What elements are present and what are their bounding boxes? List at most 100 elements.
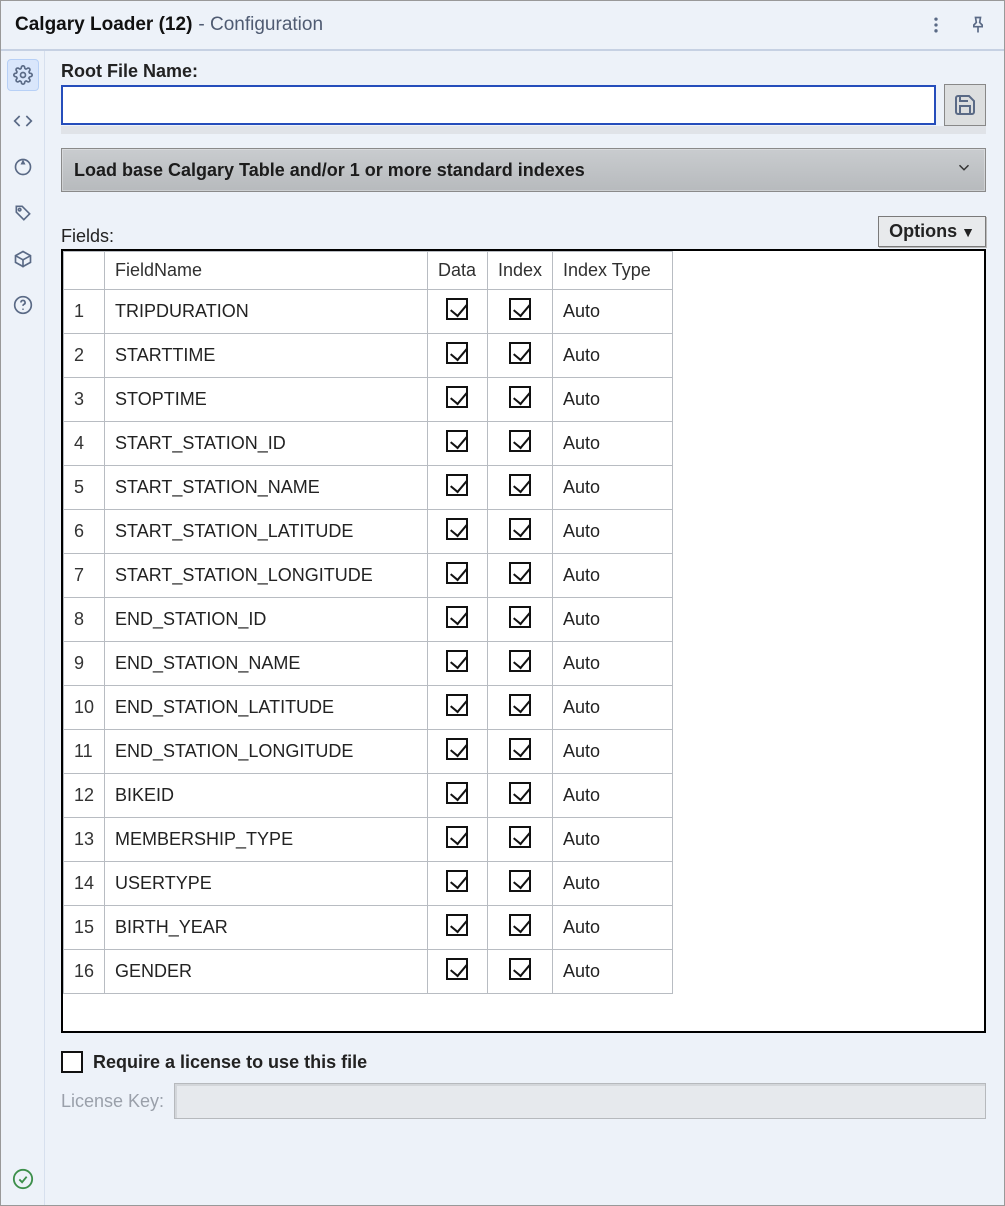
table-row[interactable]: 14USERTYPEAuto [64,862,673,906]
checkbox-icon[interactable] [446,650,468,672]
fields-grid[interactable]: FieldName Data Index Index Type 1TRIPDUR… [61,249,986,1033]
checkbox-icon[interactable] [446,782,468,804]
field-name-cell[interactable]: END_STATION_LATITUDE [105,686,428,730]
checkbox-icon[interactable] [446,870,468,892]
data-checkbox-cell[interactable] [427,686,487,730]
field-name-cell[interactable]: END_STATION_NAME [105,642,428,686]
load-mode-select[interactable]: Load base Calgary Table and/or 1 or more… [61,148,986,192]
checkbox-icon[interactable] [446,342,468,364]
checkbox-icon[interactable] [509,386,531,408]
root-file-input[interactable] [61,85,936,125]
col-data[interactable]: Data [427,252,487,290]
table-row[interactable]: 9END_STATION_NAMEAuto [64,642,673,686]
index-checkbox-cell[interactable] [487,642,552,686]
index-type-cell[interactable]: Auto [553,818,673,862]
table-row[interactable]: 15BIRTH_YEARAuto [64,906,673,950]
table-row[interactable]: 6START_STATION_LATITUDEAuto [64,510,673,554]
data-checkbox-cell[interactable] [427,466,487,510]
index-type-cell[interactable]: Auto [553,686,673,730]
checkbox-icon[interactable] [509,826,531,848]
sidebar-tab-annotation[interactable] [7,197,39,229]
require-license-checkbox[interactable] [61,1051,83,1073]
col-index[interactable]: Index [487,252,552,290]
sidebar-tab-package[interactable] [7,243,39,275]
checkbox-icon[interactable] [509,562,531,584]
data-checkbox-cell[interactable] [427,774,487,818]
index-checkbox-cell[interactable] [487,334,552,378]
data-checkbox-cell[interactable] [427,334,487,378]
checkbox-icon[interactable] [446,298,468,320]
index-type-cell[interactable]: Auto [553,598,673,642]
data-checkbox-cell[interactable] [427,510,487,554]
sidebar-tab-help[interactable] [7,289,39,321]
index-checkbox-cell[interactable] [487,686,552,730]
field-name-cell[interactable]: STOPTIME [105,378,428,422]
field-name-cell[interactable]: END_STATION_ID [105,598,428,642]
field-name-cell[interactable]: TRIPDURATION [105,290,428,334]
checkbox-icon[interactable] [446,386,468,408]
index-checkbox-cell[interactable] [487,598,552,642]
col-indextype[interactable]: Index Type [553,252,673,290]
checkbox-icon[interactable] [446,562,468,584]
index-type-cell[interactable]: Auto [553,730,673,774]
checkbox-icon[interactable] [509,694,531,716]
table-row[interactable]: 13MEMBERSHIP_TYPEAuto [64,818,673,862]
field-name-cell[interactable]: BIRTH_YEAR [105,906,428,950]
index-type-cell[interactable]: Auto [553,774,673,818]
col-fieldname[interactable]: FieldName [105,252,428,290]
data-checkbox-cell[interactable] [427,290,487,334]
checkbox-icon[interactable] [509,606,531,628]
index-type-cell[interactable]: Auto [553,422,673,466]
checkbox-icon[interactable] [509,958,531,980]
checkbox-icon[interactable] [509,650,531,672]
checkbox-icon[interactable] [509,738,531,760]
kebab-menu-icon[interactable] [924,13,948,37]
checkbox-icon[interactable] [509,914,531,936]
checkbox-icon[interactable] [446,914,468,936]
data-checkbox-cell[interactable] [427,598,487,642]
index-type-cell[interactable]: Auto [553,642,673,686]
index-checkbox-cell[interactable] [487,422,552,466]
checkbox-icon[interactable] [509,870,531,892]
index-checkbox-cell[interactable] [487,862,552,906]
data-checkbox-cell[interactable] [427,950,487,994]
checkbox-icon[interactable] [446,430,468,452]
save-file-button[interactable] [944,84,986,126]
checkbox-icon[interactable] [446,958,468,980]
index-checkbox-cell[interactable] [487,510,552,554]
index-checkbox-cell[interactable] [487,466,552,510]
index-checkbox-cell[interactable] [487,950,552,994]
index-checkbox-cell[interactable] [487,290,552,334]
table-row[interactable]: 11END_STATION_LONGITUDEAuto [64,730,673,774]
data-checkbox-cell[interactable] [427,818,487,862]
checkbox-icon[interactable] [446,606,468,628]
sidebar-tab-config[interactable] [7,59,39,91]
col-rownum[interactable] [64,252,105,290]
data-checkbox-cell[interactable] [427,642,487,686]
options-button[interactable]: Options ▼ [878,216,986,247]
index-checkbox-cell[interactable] [487,818,552,862]
index-type-cell[interactable]: Auto [553,290,673,334]
index-checkbox-cell[interactable] [487,774,552,818]
table-row[interactable]: 8END_STATION_IDAuto [64,598,673,642]
field-name-cell[interactable]: BIKEID [105,774,428,818]
index-type-cell[interactable]: Auto [553,510,673,554]
data-checkbox-cell[interactable] [427,378,487,422]
field-name-cell[interactable]: MEMBERSHIP_TYPE [105,818,428,862]
data-checkbox-cell[interactable] [427,906,487,950]
table-row[interactable]: 4START_STATION_IDAuto [64,422,673,466]
checkbox-icon[interactable] [446,694,468,716]
table-row[interactable]: 12BIKEIDAuto [64,774,673,818]
field-name-cell[interactable]: USERTYPE [105,862,428,906]
sidebar-tab-navigate[interactable] [7,151,39,183]
index-checkbox-cell[interactable] [487,730,552,774]
checkbox-icon[interactable] [509,782,531,804]
index-type-cell[interactable]: Auto [553,906,673,950]
index-checkbox-cell[interactable] [487,906,552,950]
field-name-cell[interactable]: START_STATION_ID [105,422,428,466]
index-type-cell[interactable]: Auto [553,950,673,994]
index-type-cell[interactable]: Auto [553,378,673,422]
checkbox-icon[interactable] [509,474,531,496]
field-name-cell[interactable]: START_STATION_LONGITUDE [105,554,428,598]
index-type-cell[interactable]: Auto [553,334,673,378]
